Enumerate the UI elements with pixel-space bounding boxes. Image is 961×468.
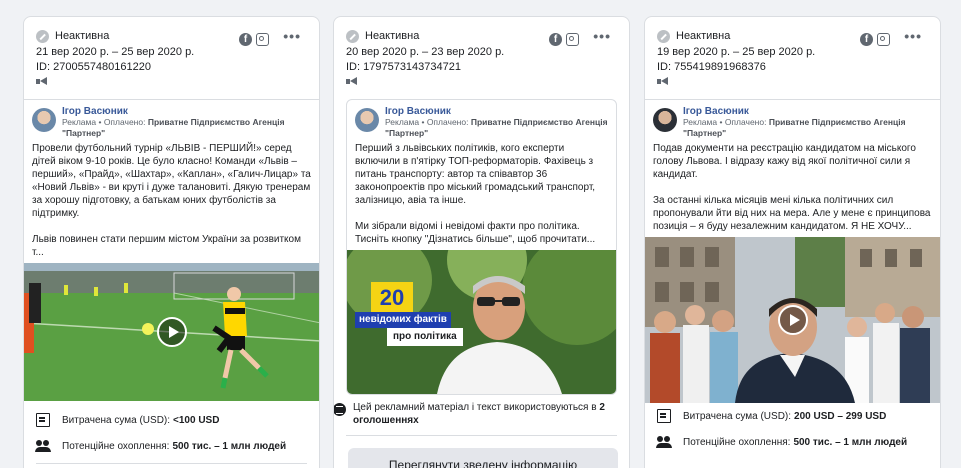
- page-name-link[interactable]: Ігор Васюник: [683, 106, 932, 117]
- banner-line2: про політика: [387, 328, 463, 346]
- ad-stats: Витрачена сума (USD): <100 USD Потенційн…: [24, 401, 319, 455]
- ad-id: ID: 2700557480161220: [36, 61, 151, 73]
- avatar[interactable]: [355, 108, 379, 132]
- ad-card: Неактивна 20 вер 2020 р. – 23 вер 2020 р…: [333, 16, 630, 468]
- inactive-status-icon: [36, 29, 49, 43]
- sponsor-prefix: Реклама •: [62, 117, 102, 127]
- divider: [346, 435, 617, 436]
- facebook-icon: f: [239, 33, 252, 46]
- avatar[interactable]: [653, 108, 677, 132]
- facebook-icon: f: [860, 33, 873, 46]
- ad-body-text: Подав документи на реєстрацію кандидатом…: [645, 138, 940, 233]
- ad-body-text: Перший з львівських політиків, кого експ…: [347, 138, 616, 246]
- spend-row: Витрачена сума (USD): 200 USD – 299 USD: [657, 407, 928, 425]
- sponsor-line: Реклама • Оплачено: Приватне Підприємств…: [683, 117, 932, 139]
- banner-line1: невідомих фактів: [355, 312, 451, 328]
- megaphone-icon: [36, 77, 48, 86]
- reach-value: 500 тис. – 1 млн людей: [793, 436, 908, 448]
- ad-card-header: Неактивна 19 вер 2020 р. – 25 вер 2020 р…: [645, 17, 940, 99]
- sponsor-paid: Оплачено:: [724, 117, 767, 127]
- video-thumbnail[interactable]: [24, 263, 319, 401]
- reach-label: Потенційне охоплення:: [683, 436, 791, 448]
- ad-dates: 19 вер 2020 р. – 25 вер 2020 р.: [657, 46, 816, 58]
- body-paragraph: За останні кілька місяців мені кілька по…: [653, 195, 931, 232]
- status-label: Неактивна: [676, 30, 731, 42]
- spend-row: Витрачена сума (USD): <100 USD: [36, 411, 307, 429]
- ad-image[interactable]: 20 невідомих фактів про політика: [347, 250, 616, 394]
- spend-label: Витрачена сума (USD):: [683, 410, 792, 422]
- ad-dates: 20 вер 2020 р. – 23 вер 2020 р.: [346, 46, 505, 58]
- view-summary-button[interactable]: Переглянути зведену інформацію: [348, 448, 618, 468]
- spend-label: Витрачена сума (USD):: [62, 414, 171, 426]
- megaphone-icon: [657, 77, 669, 86]
- instagram-icon: [566, 33, 579, 46]
- body-paragraph: Перший з львівських політиків, кого експ…: [355, 143, 596, 206]
- sponsor-prefix: Реклама •: [385, 117, 425, 127]
- video-thumbnail[interactable]: [645, 237, 940, 403]
- inactive-status-icon: [346, 29, 359, 43]
- body-paragraph: Львів повинен стати першим містом Україн…: [32, 234, 301, 258]
- platform-icons: f: [549, 33, 579, 46]
- instagram-icon: [877, 33, 890, 46]
- body-paragraph: Провели футбольний турнір «ЛЬВІВ - ПЕРШИ…: [32, 143, 311, 219]
- ad-dates: 21 вер 2020 р. – 25 вер 2020 р.: [36, 46, 195, 58]
- platform-icons: f: [239, 33, 269, 46]
- play-icon[interactable]: [156, 317, 187, 347]
- more-options-icon[interactable]: •••: [904, 29, 922, 43]
- ad-card-header: Неактивна 21 вер 2020 р. – 25 вер 2020 р…: [24, 17, 319, 99]
- facebook-icon: f: [549, 33, 562, 46]
- sponsor-prefix: Реклама •: [683, 117, 723, 127]
- megaphone-icon: [346, 77, 358, 86]
- bill-icon: [36, 413, 50, 427]
- sponsor-line: Реклама • Оплачено: Приватне Підприємств…: [385, 117, 608, 139]
- body-paragraph: Ми зібрали відомі і невідомі факти про п…: [355, 221, 596, 245]
- people-icon: [656, 435, 672, 449]
- status-label: Неактивна: [55, 30, 110, 42]
- sponsor-paid: Оплачено:: [426, 117, 469, 127]
- spend-value: 200 USD – 299 USD: [794, 410, 887, 422]
- reach-label: Потенційне охоплення:: [62, 440, 170, 452]
- status-label: Неактивна: [365, 30, 420, 42]
- reach-value: 500 тис. – 1 млн людей: [172, 440, 287, 452]
- page-name-link[interactable]: Ігор Васюник: [62, 106, 311, 117]
- instagram-icon: [256, 33, 269, 46]
- spend-value: <100 USD: [173, 414, 220, 426]
- ad-creative: Ігор Васюник Реклама • Оплачено: Приватн…: [24, 100, 319, 401]
- ad-creative: Ігор Васюник Реклама • Оплачено: Приватн…: [346, 99, 617, 395]
- more-options-icon[interactable]: •••: [593, 29, 611, 43]
- page-info: Ігор Васюник Реклама • Оплачено: Приватн…: [683, 106, 932, 138]
- page-row: Ігор Васюник Реклама • Оплачено: Приватн…: [347, 100, 616, 138]
- platform-icons: f: [860, 33, 890, 46]
- banner-number: 20: [371, 282, 413, 314]
- ad-card: Неактивна 19 вер 2020 р. – 25 вер 2020 р…: [644, 16, 941, 468]
- avatar[interactable]: [32, 108, 56, 132]
- bill-icon: [657, 409, 671, 423]
- more-options-icon[interactable]: •••: [283, 29, 301, 43]
- inactive-status-icon: [657, 29, 670, 43]
- ad-id: ID: 1797573143734721: [346, 61, 461, 73]
- stack-icon: [334, 403, 346, 416]
- reach-row: Потенційне охоплення: 500 тис. – 1 млн л…: [35, 437, 307, 455]
- play-icon[interactable]: [777, 305, 808, 335]
- page-row: Ігор Васюник Реклама • Оплачено: Приватн…: [24, 100, 319, 138]
- page-info: Ігор Васюник Реклама • Оплачено: Приватн…: [385, 106, 608, 138]
- page-row: Ігор Васюник Реклама • Оплачено: Приватн…: [645, 100, 940, 138]
- reach-row: Потенційне охоплення: 500 тис. – 1 млн л…: [656, 433, 928, 451]
- sponsor-line: Реклама • Оплачено: Приватне Підприємств…: [62, 117, 311, 139]
- ad-body-text: Провели футбольний турнір «ЛЬВІВ - ПЕРШИ…: [24, 138, 319, 259]
- notice-text-wrap: Цей рекламний матеріал і текст використо…: [353, 401, 629, 427]
- notice-text: Цей рекламний матеріал і текст використо…: [353, 402, 597, 413]
- ad-stats: Витрачена сума (USD): 200 USD – 299 USD …: [645, 403, 940, 451]
- body-paragraph: Подав документи на реєстрацію кандидатом…: [653, 143, 916, 180]
- page-name-link[interactable]: Ігор Васюник: [385, 106, 608, 117]
- divider: [36, 463, 307, 464]
- sponsor-paid: Оплачено:: [103, 117, 146, 127]
- ad-card: Неактивна 21 вер 2020 р. – 25 вер 2020 р…: [23, 16, 320, 468]
- page-info: Ігор Васюник Реклама • Оплачено: Приватн…: [62, 106, 311, 138]
- people-icon: [35, 439, 51, 453]
- ad-card-header: Неактивна 20 вер 2020 р. – 23 вер 2020 р…: [334, 17, 629, 99]
- ad-creative: Ігор Васюник Реклама • Оплачено: Приватн…: [645, 100, 940, 403]
- ad-id: ID: 755419891968376: [657, 61, 766, 73]
- shared-creative-notice: Цей рекламний матеріал і текст використо…: [334, 395, 629, 427]
